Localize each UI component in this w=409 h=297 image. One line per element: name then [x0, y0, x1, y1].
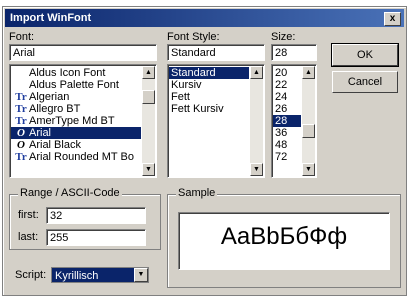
list-item[interactable]: 20: [273, 67, 301, 79]
font-style-label: Font Style:: [167, 31, 220, 43]
truetype-font-icon: Tr: [15, 103, 27, 115]
opentype-font-icon: O: [17, 127, 25, 139]
list-item-label: 36: [275, 127, 288, 139]
font-list-scrollbar[interactable]: ▲ ▼: [142, 66, 155, 176]
list-item-label: AmerType Md BT: [29, 115, 115, 127]
scroll-up-icon[interactable]: ▲: [302, 66, 315, 79]
script-label: Script:: [15, 269, 47, 281]
scroll-down-icon[interactable]: ▼: [250, 163, 263, 176]
sample-group: Sample AaBbБбФф: [167, 187, 401, 288]
list-item[interactable]: Tr Allegro BT: [11, 103, 141, 115]
scroll-up-icon[interactable]: ▲: [142, 66, 155, 79]
style-list-scrollbar[interactable]: ▲ ▼: [250, 66, 263, 176]
list-item[interactable]: Kursiv: [169, 79, 249, 91]
truetype-font-icon: Tr: [15, 151, 27, 163]
list-item[interactable]: Fett: [169, 91, 249, 103]
sample-text: AaBbБбФф: [220, 223, 348, 250]
size-list-scrollbar[interactable]: ▲ ▼: [302, 66, 315, 176]
list-item-label: Arial: [29, 127, 52, 139]
first-label: first:: [18, 209, 39, 221]
list-item[interactable]: O Arial: [11, 127, 141, 139]
list-item[interactable]: Tr Arial Rounded MT Bo: [11, 151, 141, 163]
range-group: Range / ASCII-Code first: 32 last: 255: [9, 187, 161, 250]
list-item-label: Aldus Icon Font: [29, 67, 106, 79]
list-item[interactable]: 28: [273, 115, 301, 127]
title-bar: Import WinFont x: [5, 9, 404, 27]
list-item-label: Allegro BT: [29, 103, 81, 115]
window-title: Import WinFont: [10, 12, 92, 24]
font-style-list[interactable]: Standard Kursiv Fett Fett Kursiv ▲ ▼: [167, 64, 265, 178]
list-item[interactable]: Aldus Palette Font: [11, 79, 141, 91]
list-item[interactable]: Tr AmerType Md BT: [11, 115, 141, 127]
first-code-input[interactable]: 32: [46, 207, 146, 224]
list-item[interactable]: Fett Kursiv: [169, 103, 249, 115]
list-item[interactable]: 36: [273, 127, 301, 139]
scroll-down-icon[interactable]: ▼: [302, 163, 315, 176]
size-list[interactable]: 20 22 24 26 28 36 48 72 ▲ ▼: [271, 64, 317, 178]
font-label: Font:: [9, 31, 35, 43]
list-item-label: Fett: [171, 91, 190, 103]
cancel-button[interactable]: Cancel: [332, 71, 398, 93]
list-item-label: 24: [275, 91, 288, 103]
list-item-label: Algerian: [29, 91, 70, 103]
list-item-label: 48: [275, 139, 288, 151]
import-winfont-dialog: Import WinFont x Font: Arial Aldus Icon …: [2, 6, 407, 296]
list-item-label: 22: [275, 79, 288, 91]
list-item-label: 26: [275, 103, 288, 115]
scroll-thumb[interactable]: [142, 90, 155, 104]
list-item-label: Arial Black: [29, 139, 81, 151]
last-label: last:: [18, 231, 39, 243]
list-item-label: Fett Kursiv: [171, 103, 224, 115]
list-item[interactable]: 24: [273, 91, 301, 103]
chevron-down-icon[interactable]: ▼: [134, 268, 148, 282]
close-button[interactable]: x: [384, 12, 401, 26]
last-code-input[interactable]: 255: [46, 229, 146, 246]
list-item[interactable]: 72: [273, 151, 301, 163]
size-label: Size:: [271, 31, 296, 43]
size-input[interactable]: 28: [271, 44, 317, 61]
list-item[interactable]: 22: [273, 79, 301, 91]
font-list[interactable]: Aldus Icon Font Aldus Palette Font Tr Alger…: [9, 64, 157, 178]
opentype-font-icon: O: [17, 139, 25, 151]
list-item-label: Standard: [171, 67, 216, 79]
list-item-label: Kursiv: [171, 79, 202, 91]
list-item-label: 28: [275, 115, 288, 127]
list-item[interactable]: 26: [273, 103, 301, 115]
scroll-down-icon[interactable]: ▼: [142, 163, 155, 176]
list-item[interactable]: 48: [273, 139, 301, 151]
list-item-label: Aldus Palette Font: [29, 79, 119, 91]
script-select[interactable]: Kyrillisch ▼: [51, 267, 149, 283]
sample-preview: AaBbБбФф: [178, 212, 390, 270]
list-item-label: 20: [275, 67, 288, 79]
list-item[interactable]: Standard: [169, 67, 249, 79]
truetype-font-icon: Tr: [15, 91, 27, 103]
list-item[interactable]: Tr Algerian: [11, 91, 141, 103]
font-style-input[interactable]: Standard: [167, 44, 265, 61]
truetype-font-icon: Tr: [15, 115, 27, 127]
sample-group-title: Sample: [176, 187, 218, 199]
ok-button[interactable]: OK: [331, 43, 399, 67]
range-group-title: Range / ASCII-Code: [18, 187, 122, 199]
script-select-value: Kyrillisch: [55, 270, 99, 282]
list-item[interactable]: Aldus Icon Font: [11, 67, 141, 79]
list-item-label: 72: [275, 151, 288, 163]
list-item-label: Arial Rounded MT Bo: [29, 151, 134, 163]
font-name-input[interactable]: Arial: [9, 44, 157, 61]
scroll-thumb[interactable]: [302, 124, 315, 138]
scroll-up-icon[interactable]: ▲: [250, 66, 263, 79]
list-item[interactable]: O Arial Black: [11, 139, 141, 151]
